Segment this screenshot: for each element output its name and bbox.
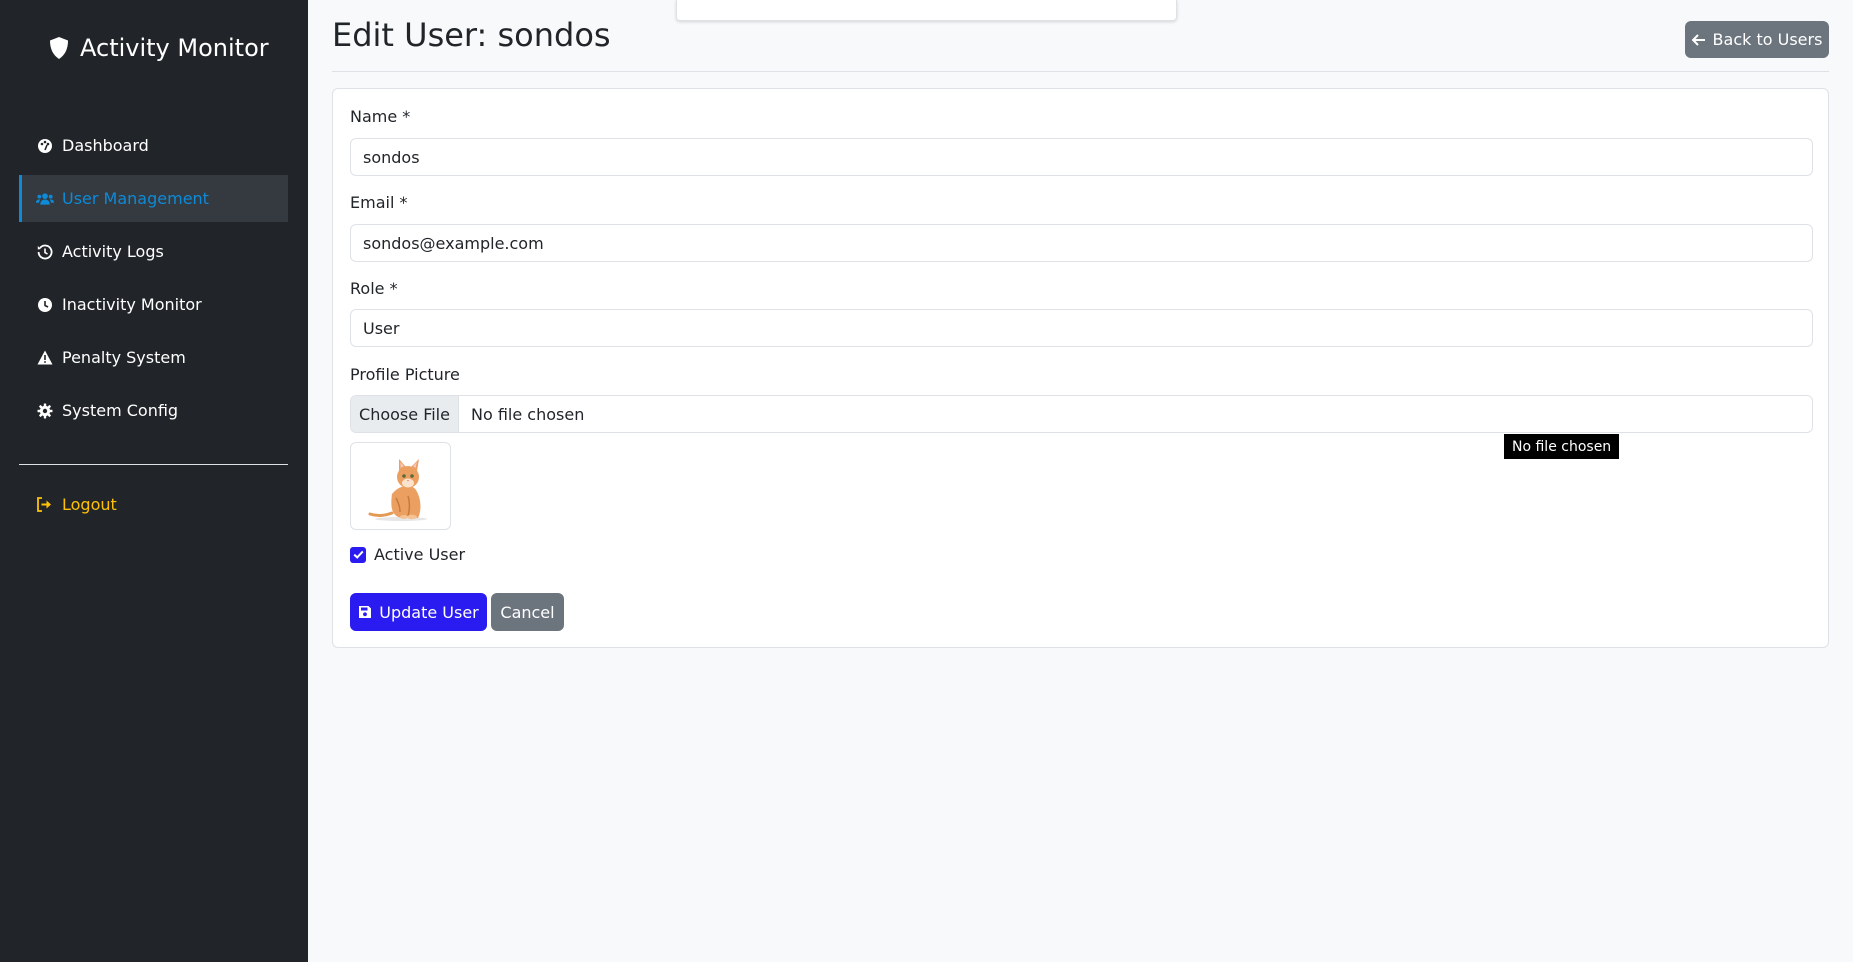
sidebar-item-system-config[interactable]: System Config: [19, 387, 288, 434]
choose-file-button[interactable]: Choose File: [351, 396, 459, 432]
palette-icon: [36, 137, 54, 155]
edit-user-form: Name * sondos Email * sondos@example.com…: [332, 88, 1829, 648]
brand: Activity Monitor: [48, 34, 269, 62]
arrow-left-icon: [1691, 33, 1705, 46]
email-label: Email *: [350, 193, 408, 212]
email-input[interactable]: sondos@example.com: [350, 224, 1813, 262]
users-icon: [36, 190, 54, 208]
update-user-label: Update User: [379, 602, 479, 622]
file-input-tooltip: No file chosen: [1503, 433, 1621, 460]
check-icon: [353, 550, 364, 559]
sidebar: Activity Monitor Dashboard User Manageme…: [0, 0, 308, 962]
role-select[interactable]: User: [350, 309, 1813, 347]
shield-icon: [50, 37, 68, 59]
logout-link[interactable]: Logout: [19, 481, 288, 528]
active-user-label: Active User: [374, 545, 466, 564]
update-user-button[interactable]: Update User: [350, 593, 487, 631]
name-input[interactable]: sondos: [350, 138, 1813, 176]
sidebar-item-label: Penalty System: [62, 348, 186, 367]
sidebar-divider: [19, 464, 288, 465]
sidebar-item-label: User Management: [62, 189, 209, 208]
sidebar-item-inactivity-monitor[interactable]: Inactivity Monitor: [19, 281, 288, 328]
sidebar-nav: Dashboard User Management Activity Logs …: [19, 122, 288, 440]
top-overlay-panel: [676, 0, 1177, 21]
header-divider: [332, 71, 1829, 72]
sidebar-item-label: System Config: [62, 401, 179, 420]
logout-label: Logout: [62, 495, 117, 514]
file-status-text: No file chosen: [471, 404, 585, 424]
sidebar-item-penalty-system[interactable]: Penalty System: [19, 334, 288, 381]
sidebar-item-label: Inactivity Monitor: [62, 295, 202, 314]
sidebar-item-label: Dashboard: [62, 136, 149, 155]
name-label: Name *: [350, 107, 411, 126]
active-user-checkbox[interactable]: [350, 546, 366, 563]
clock-icon: [36, 296, 54, 314]
role-label: Role *: [350, 279, 398, 298]
history-icon: [36, 243, 54, 261]
profile-picture-label: Profile Picture: [350, 365, 460, 384]
warning-icon: [36, 349, 54, 367]
brand-title: Activity Monitor: [80, 34, 269, 62]
cat-image: [368, 459, 427, 521]
page-title: Edit User: sondos: [332, 16, 611, 54]
back-to-users-button[interactable]: Back to Users: [1685, 21, 1829, 58]
active-user-row: Active User: [350, 545, 465, 564]
cancel-button[interactable]: Cancel: [491, 593, 564, 631]
save-icon: [359, 606, 372, 618]
sidebar-item-label: Activity Logs: [62, 242, 164, 261]
profile-picture-input[interactable]: Choose File No file chosen: [350, 395, 1813, 433]
gear-icon: [36, 402, 54, 420]
profile-picture-preview: [350, 442, 451, 530]
sidebar-item-user-management[interactable]: User Management: [19, 175, 288, 222]
back-button-label: Back to Users: [1712, 30, 1823, 49]
sidebar-item-dashboard[interactable]: Dashboard: [19, 122, 288, 169]
logout-icon: [36, 496, 54, 514]
sidebar-item-activity-logs[interactable]: Activity Logs: [19, 228, 288, 275]
